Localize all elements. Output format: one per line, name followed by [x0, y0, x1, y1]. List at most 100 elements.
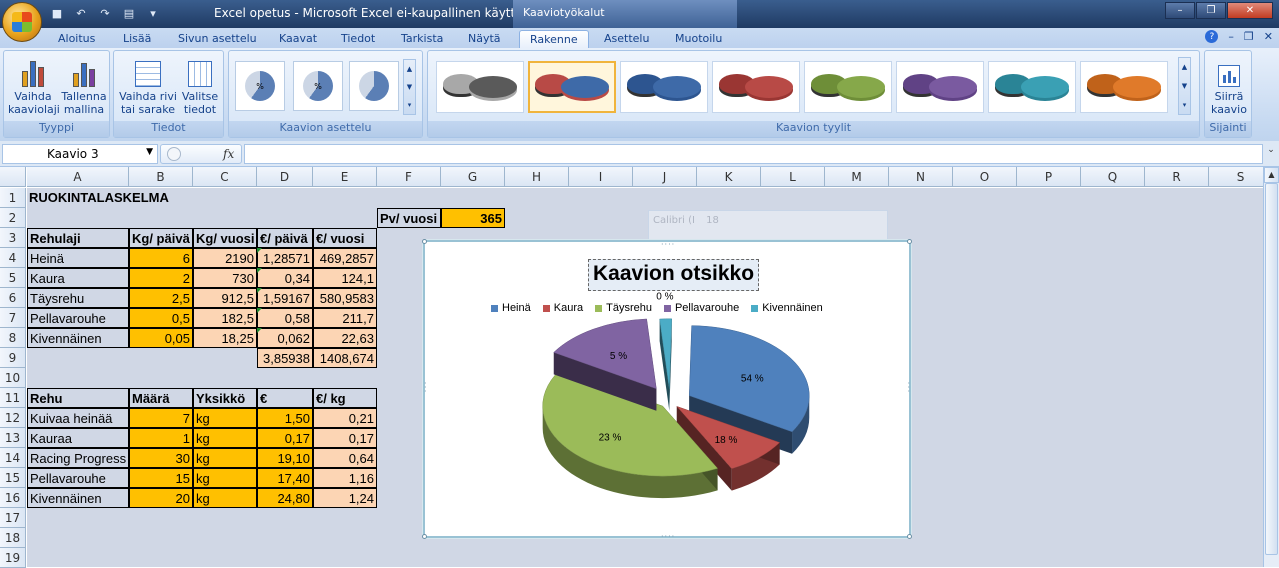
row-header-15[interactable]: 15	[0, 468, 26, 488]
redo-icon[interactable]: ↷	[96, 4, 114, 22]
table1-cell[interactable]: 580,9583	[313, 288, 377, 308]
table1-cell[interactable]: 1,59167	[257, 288, 313, 308]
chart-style-2[interactable]	[528, 61, 616, 113]
table1-cell[interactable]: Pellavarouhe	[27, 308, 129, 328]
table2-header[interactable]: Yksikkö	[193, 388, 257, 408]
customize-qat-icon[interactable]: ▾	[144, 4, 162, 22]
column-header-d[interactable]: D	[257, 167, 313, 187]
column-header-g[interactable]: G	[441, 167, 505, 187]
tab-sivun-asettelu[interactable]: Sivun asettelu	[178, 30, 257, 48]
row-header-12[interactable]: 12	[0, 408, 26, 428]
tab-nayta[interactable]: Näytä	[468, 30, 501, 48]
table2-cell[interactable]: 15	[129, 468, 193, 488]
tab-kaavat[interactable]: Kaavat	[279, 30, 317, 48]
table2-cell[interactable]: 0,17	[257, 428, 313, 448]
formula-input[interactable]	[244, 144, 1263, 164]
select-all-corner[interactable]	[0, 167, 26, 187]
table2-cell[interactable]: Kauraa	[27, 428, 129, 448]
row-header-14[interactable]: 14	[0, 448, 26, 468]
table2-cell[interactable]: 24,80	[257, 488, 313, 508]
table2-cell[interactable]: Kivennäinen	[27, 488, 129, 508]
table2-cell[interactable]: kg	[193, 488, 257, 508]
table1-header[interactable]: €/ päivä	[257, 228, 313, 248]
tab-rakenne[interactable]: Rakenne	[519, 30, 589, 48]
name-box[interactable]: Kaavio 3 ▼	[2, 144, 158, 164]
table2-cell[interactable]: 20	[129, 488, 193, 508]
row-header-11[interactable]: 11	[0, 388, 26, 408]
ribbon-minimize-icon[interactable]: –	[1228, 30, 1234, 43]
save-icon[interactable]: ■	[48, 4, 66, 22]
pie-data-label[interactable]: 0 %	[656, 291, 673, 302]
column-header-c[interactable]: C	[193, 167, 257, 187]
table1-total-eur-day[interactable]: 3,85938	[257, 348, 313, 368]
table1-cell[interactable]: 0,34	[257, 268, 313, 288]
chart-style-6[interactable]	[896, 61, 984, 113]
error-indicator-icon[interactable]	[257, 328, 262, 333]
row-header-16[interactable]: 16	[0, 488, 26, 508]
table1-cell[interactable]: 182,5	[193, 308, 257, 328]
pie-data-label[interactable]: 5 %	[610, 351, 627, 362]
chart-style-3[interactable]	[620, 61, 708, 113]
table1-header[interactable]: Kg/ päivä	[129, 228, 193, 248]
error-indicator-icon[interactable]	[257, 308, 262, 313]
switch-row-column-button[interactable]: Vaihda rivi tai sarake	[118, 55, 178, 116]
row-header-7[interactable]: 7	[0, 308, 26, 328]
print-preview-icon[interactable]: ▤	[120, 4, 138, 22]
row-header-9[interactable]: 9	[0, 348, 26, 368]
styles-gallery-scroll[interactable]: ▲ ▼ ▾	[1178, 57, 1191, 115]
table2-cell[interactable]: 0,17	[313, 428, 377, 448]
restore-button[interactable]: ❐	[1196, 2, 1226, 19]
table1-cell[interactable]: Heinä	[27, 248, 129, 268]
column-header-j[interactable]: J	[633, 167, 697, 187]
table1-header[interactable]: Kg/ vuosi	[193, 228, 257, 248]
row-header-2[interactable]: 2	[0, 208, 26, 228]
column-header-e[interactable]: E	[313, 167, 377, 187]
row-header-19[interactable]: 19	[0, 548, 26, 568]
column-header-h[interactable]: H	[505, 167, 569, 187]
pie-data-label[interactable]: 23 %	[599, 433, 622, 444]
chart-object[interactable]: ···· ···· · · · · · · Kaavion otsikko Heinä K…	[422, 239, 912, 541]
table2-cell[interactable]: 1,16	[313, 468, 377, 488]
pie-data-label[interactable]: 18 %	[715, 435, 738, 446]
column-header-b[interactable]: B	[129, 167, 193, 187]
table1-cell[interactable]: 0,58	[257, 308, 313, 328]
table1-cell[interactable]: 1,28571	[257, 248, 313, 268]
select-data-button[interactable]: Valitse tiedot	[180, 55, 220, 116]
tab-lisaa[interactable]: Lisää	[123, 30, 151, 48]
insert-function-icon[interactable]: fx	[223, 147, 234, 161]
table1-header[interactable]: €/ vuosi	[313, 228, 377, 248]
row-header-8[interactable]: 8	[0, 328, 26, 348]
table1-cell[interactable]: 2190	[193, 248, 257, 268]
name-box-dropdown-icon[interactable]: ▼	[146, 147, 153, 157]
row-header-10[interactable]: 10	[0, 368, 26, 388]
error-indicator-icon[interactable]	[257, 268, 262, 273]
layout-option-1[interactable]: %	[235, 61, 285, 111]
table1-cell[interactable]: 18,25	[193, 328, 257, 348]
column-header-r[interactable]: R	[1145, 167, 1209, 187]
row-header-1[interactable]: 1	[0, 188, 26, 208]
table1-cell[interactable]: 22,63	[313, 328, 377, 348]
column-header-p[interactable]: P	[1017, 167, 1081, 187]
table2-cell[interactable]: Racing Progress	[27, 448, 129, 468]
undo-icon[interactable]: ↶	[72, 4, 90, 22]
mini-toolbar-font[interactable]: Calibri (I	[653, 215, 695, 226]
table2-cell[interactable]: 0,64	[313, 448, 377, 468]
cell-f2-label[interactable]: Pv/ vuosi	[377, 208, 441, 228]
column-header-i[interactable]: I	[569, 167, 633, 187]
table1-cell[interactable]: Kaura	[27, 268, 129, 288]
chart-style-5[interactable]	[804, 61, 892, 113]
office-button[interactable]	[2, 2, 42, 42]
row-header-13[interactable]: 13	[0, 428, 26, 448]
table1-cell[interactable]: Kivennäinen	[27, 328, 129, 348]
table2-header[interactable]: €	[257, 388, 313, 408]
chart-style-7[interactable]	[988, 61, 1076, 113]
table1-cell[interactable]: 469,2857	[313, 248, 377, 268]
table2-cell[interactable]: 30	[129, 448, 193, 468]
move-chart-button[interactable]: Siirrä kaavio	[1207, 55, 1251, 116]
table1-cell[interactable]: 912,5	[193, 288, 257, 308]
column-header-n[interactable]: N	[889, 167, 953, 187]
table2-header[interactable]: Määrä	[129, 388, 193, 408]
vertical-scrollbar[interactable]: ▲	[1263, 167, 1279, 567]
row-header-5[interactable]: 5	[0, 268, 26, 288]
expand-formula-bar-icon[interactable]: ⌄	[1265, 145, 1277, 163]
